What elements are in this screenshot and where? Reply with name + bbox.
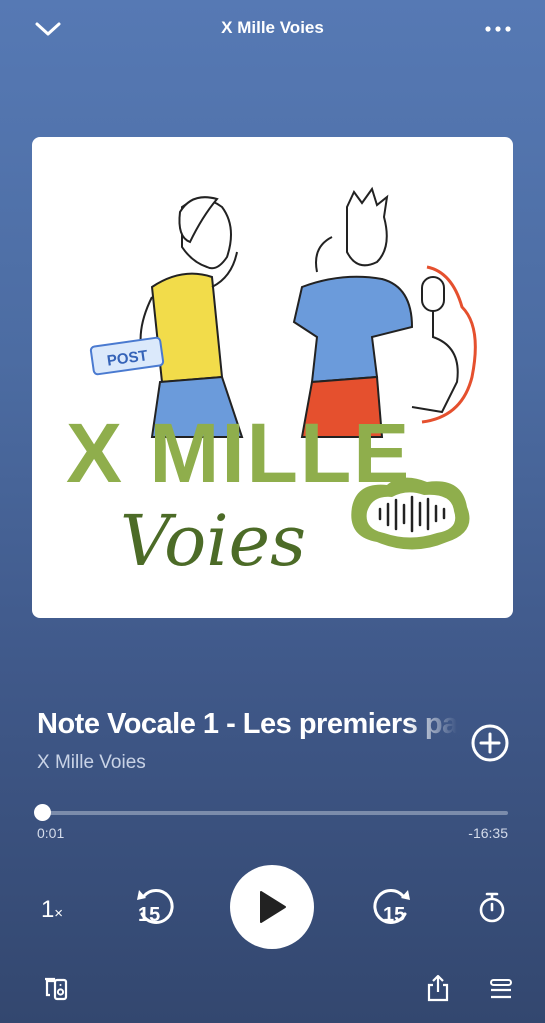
- progress-track[interactable]: [42, 811, 508, 815]
- speed-suffix: ×: [54, 904, 64, 922]
- share-icon: [427, 974, 449, 1002]
- page-title: X Mille Voies: [221, 18, 324, 37]
- timer-icon: [479, 892, 505, 923]
- speed-value: 1: [40, 896, 55, 923]
- post-sign: POST: [89, 336, 165, 376]
- play-icon: [260, 891, 286, 923]
- episode-title-container: Note Vocale 1 - Les premiers pas: [37, 708, 457, 741]
- skip-forward-seconds: 15: [383, 904, 406, 926]
- sleep-timer-button[interactable]: [472, 887, 512, 927]
- progress-knob[interactable]: [34, 804, 52, 821]
- sound-wave-badge: [351, 477, 470, 550]
- man-illustration: [292, 186, 414, 438]
- remaining-time: -16:35: [468, 825, 508, 841]
- queue-icon: [490, 979, 512, 999]
- more-options-button[interactable]: [480, 14, 516, 44]
- speaker-device-icon: [45, 977, 68, 1001]
- skip-back-seconds: 15: [138, 904, 161, 926]
- show-name[interactable]: X Mille Voies: [37, 752, 146, 774]
- microphone-illustration: [411, 265, 477, 424]
- svg-text:Voies: Voies: [120, 500, 306, 582]
- connect-device-button[interactable]: [38, 972, 74, 1006]
- share-button[interactable]: [421, 970, 455, 1006]
- podcast-artwork: POST X MILLE Voies: [32, 137, 513, 618]
- svg-text:X MILLE: X MILLE: [66, 406, 411, 500]
- playback-speed-button[interactable]: 1 ×: [30, 890, 74, 930]
- woman-illustration: [139, 196, 244, 438]
- add-to-library-button[interactable]: [468, 721, 512, 765]
- skip-forward-button[interactable]: 15: [365, 882, 415, 932]
- plus-circle-icon: [471, 724, 509, 762]
- elapsed-time: 0:01: [37, 825, 65, 841]
- play-button[interactable]: [230, 865, 314, 949]
- episode-title: Note Vocale 1 - Les premiers pas: [37, 708, 457, 740]
- queue-button[interactable]: [484, 972, 518, 1006]
- skip-back-button[interactable]: 15: [132, 882, 182, 932]
- more-horizontal-icon: [485, 26, 511, 32]
